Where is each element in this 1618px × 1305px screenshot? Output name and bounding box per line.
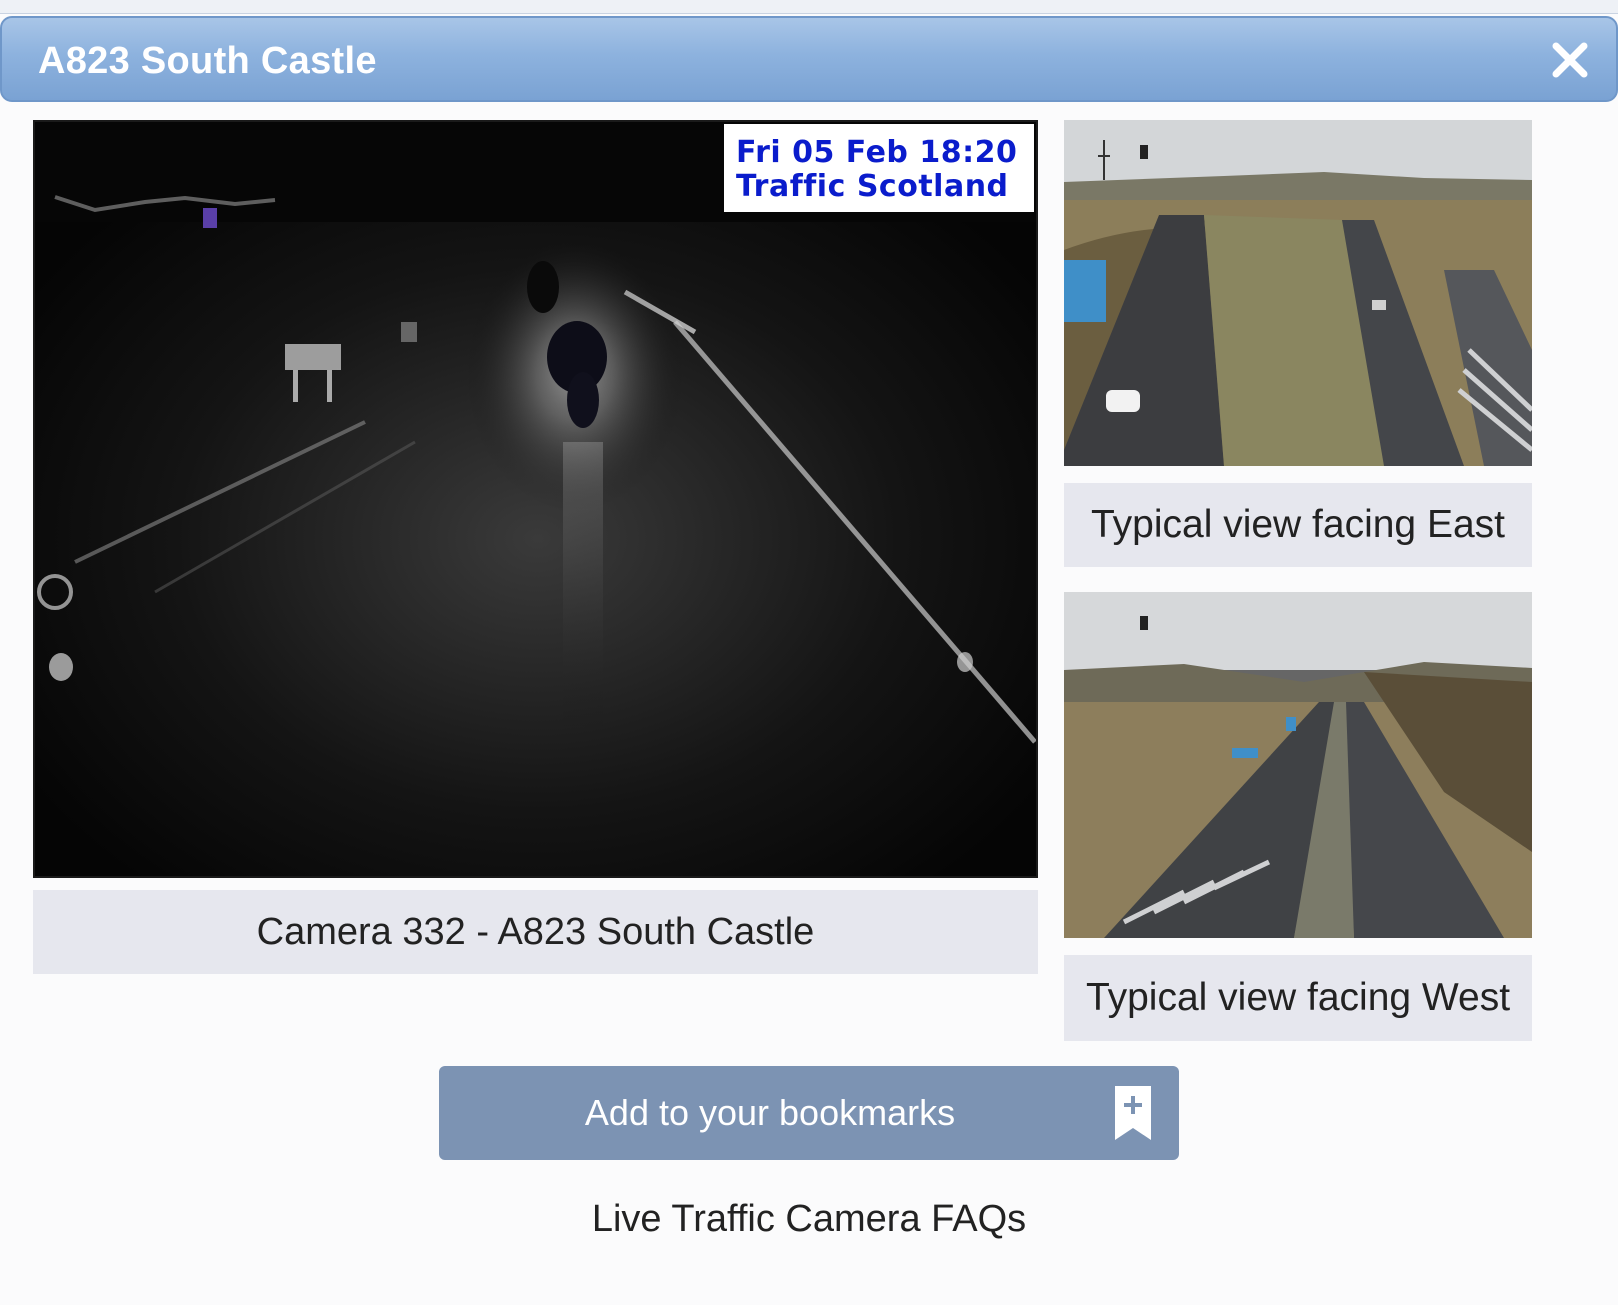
main-camera-caption: Camera 332 - A823 South Castle bbox=[33, 890, 1038, 974]
east-road-scene bbox=[1064, 120, 1532, 466]
camera-timestamp-source: Traffic Scotland bbox=[736, 169, 1009, 204]
close-icon bbox=[1552, 42, 1588, 78]
dialog-title: A823 South Castle bbox=[38, 40, 377, 82]
west-road-scene bbox=[1064, 592, 1532, 938]
west-view-caption: Typical view facing West bbox=[1064, 955, 1532, 1041]
east-view-caption: Typical view facing East bbox=[1064, 483, 1532, 567]
camera-faq-link[interactable]: Live Traffic Camera FAQs bbox=[0, 1198, 1618, 1248]
live-camera-image: Fri 05 Feb 18:20 Traffic Scotland bbox=[33, 120, 1038, 878]
typical-view-west-image bbox=[1064, 592, 1532, 938]
close-button[interactable] bbox=[1550, 40, 1590, 80]
camera-timestamp-date: Fri 05 Feb 18:20 bbox=[736, 135, 1018, 170]
night-road-scene bbox=[35, 122, 1036, 876]
add-bookmark-button[interactable]: Add to your bookmarks bbox=[439, 1066, 1179, 1160]
typical-view-east-image bbox=[1064, 120, 1532, 466]
camera-timestamp: Fri 05 Feb 18:20 Traffic Scotland bbox=[724, 124, 1034, 212]
add-bookmark-label: Add to your bookmarks bbox=[584, 1092, 956, 1133]
bookmark-add-icon bbox=[1115, 1086, 1151, 1140]
camera-dialog: A823 South Castle Fri 05 Feb 18:20 Traff… bbox=[0, 0, 1618, 1305]
dialog-titlebar: A823 South Castle bbox=[0, 16, 1618, 102]
